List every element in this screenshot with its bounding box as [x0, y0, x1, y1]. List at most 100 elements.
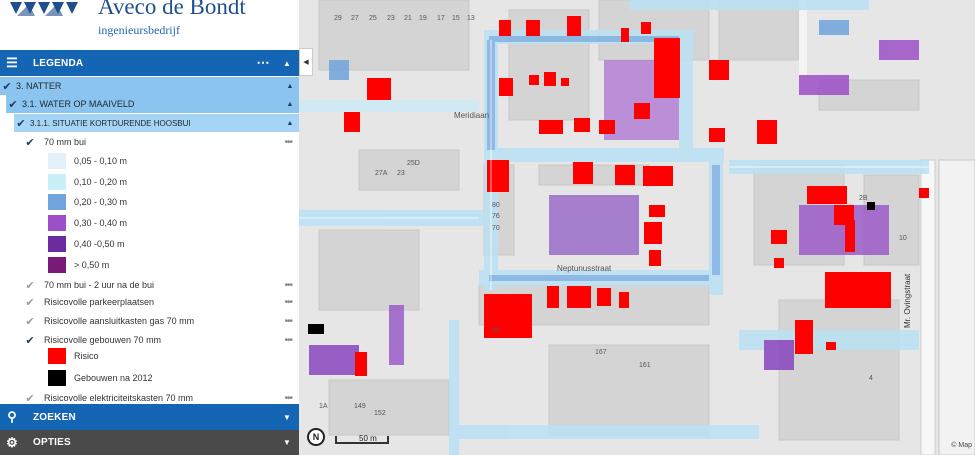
- legend-item-label: 0,05 - 0,10 m: [74, 156, 128, 166]
- ellipsis-icon[interactable]: •••: [278, 393, 293, 404]
- brand-name: Aveco de Bondt: [98, 0, 246, 19]
- house-number: 149: [354, 403, 366, 410]
- group-water-op-maaiveld[interactable]: ✔ 3.1. WATER OP MAAIVELD ▲: [6, 95, 299, 113]
- depth-swatch: [48, 153, 66, 169]
- layer-elektriciteitskasten[interactable]: ✔ Risicovolle elektriciteitskasten 70 mm…: [22, 390, 293, 405]
- house-number: 80: [492, 202, 500, 209]
- house-number: 1A: [319, 403, 328, 410]
- options-panel-header[interactable]: ⚙ OPTIES ▼: [0, 430, 299, 455]
- check-icon[interactable]: ✔: [22, 315, 38, 328]
- layer-label: Risicovolle aansluitkasten gas 70 mm: [44, 316, 195, 326]
- depth-swatch: [48, 236, 66, 252]
- legend-item-label: Risico: [74, 351, 99, 361]
- house-number: 15: [452, 15, 460, 22]
- ellipsis-icon[interactable]: •••: [278, 137, 293, 148]
- house-number: 13: [467, 15, 475, 22]
- house-number: 2B: [859, 195, 868, 202]
- check-icon[interactable]: ✔: [6, 98, 20, 111]
- house-number: 4: [869, 375, 873, 382]
- check-icon[interactable]: ✔: [22, 296, 38, 309]
- group-kortdurende-hoosbui[interactable]: ✔ 3.1.1. SITUATIE KORTDURENDE HOOSBUI ▲: [14, 114, 299, 132]
- group-natter[interactable]: ✔ 3. NATTER ▲: [0, 77, 299, 95]
- scale-label: 50 m: [359, 434, 377, 443]
- legend-item: 0,05 - 0,10 m: [48, 152, 127, 170]
- check-icon[interactable]: ✔: [22, 279, 38, 292]
- search-title: ZOEKEN: [33, 411, 76, 423]
- hamburger-icon[interactable]: ☰: [1, 55, 23, 71]
- house-number: 29: [334, 15, 342, 22]
- layer-70mm-bui-2uur[interactable]: ✔ 70 mm bui - 2 uur na de bui •••: [22, 277, 293, 293]
- legend-item: 0,20 - 0,30 m: [48, 193, 127, 211]
- options-title: OPTIES: [33, 437, 71, 448]
- house-number: 76: [492, 213, 500, 220]
- north-arrow-icon: N: [307, 428, 325, 446]
- group-label: 3.1.1. SITUATIE KORTDURENDE HOOSBUI: [30, 118, 191, 128]
- chevron-up-icon[interactable]: ▲: [281, 101, 299, 108]
- map-canvas[interactable]: 29 27 25 23 21 19 17 15 13 25D 27A 23 80…: [299, 0, 975, 455]
- check-icon[interactable]: ✔: [22, 136, 38, 149]
- legend-item-label: > 0,50 m: [74, 260, 110, 270]
- legend-panel-header[interactable]: ☰ LEGENDA ⋯ ▲: [0, 50, 299, 76]
- chevron-up-icon[interactable]: ▲: [281, 120, 299, 127]
- layer-aansluitkasten-gas[interactable]: ✔ Risicovolle aansluitkasten gas 70 mm •…: [22, 313, 293, 329]
- ellipsis-icon[interactable]: •••: [278, 297, 293, 308]
- map-view[interactable]: 29 27 25 23 21 19 17 15 13 25D 27A 23 80…: [299, 0, 975, 455]
- legend-item-label: 0,30 - 0,40 m: [74, 218, 128, 228]
- legend-item: 0,30 - 0,40 m: [48, 214, 127, 232]
- check-icon[interactable]: ✔: [22, 334, 38, 347]
- depth-swatch: [48, 174, 66, 190]
- layer-label: Risicovolle parkeerplaatsen: [44, 297, 155, 307]
- chevron-up-icon[interactable]: ▲: [275, 59, 299, 68]
- house-number: 27A: [375, 170, 388, 177]
- check-icon[interactable]: ✔: [0, 80, 14, 93]
- legend-item-label: Gebouwen na 2012: [74, 373, 153, 383]
- legend-item: 0,10 - 0,20 m: [48, 173, 127, 191]
- layer-gebouwen[interactable]: ✔ Risicovolle gebouwen 70 mm •••: [22, 332, 293, 348]
- layer-70mm-bui[interactable]: ✔ 70 mm bui •••: [22, 134, 293, 150]
- layer-label: Risicovolle gebouwen 70 mm: [44, 335, 162, 345]
- chevron-left-icon[interactable]: ◀: [299, 48, 313, 76]
- legend-list: ✔ 3. NATTER ▲ ✔ 3.1. WATER OP MAAIVELD ▲…: [0, 76, 299, 404]
- risk-swatch: [48, 348, 66, 364]
- legend-item-label: 0,20 - 0,30 m: [74, 197, 128, 207]
- legend-item: > 0,50 m: [48, 256, 109, 274]
- depth-swatch: [48, 194, 66, 210]
- legend-title: LEGENDA: [33, 57, 84, 69]
- ellipsis-icon[interactable]: ⋯: [251, 55, 275, 71]
- house-number: 17: [437, 15, 445, 22]
- house-number: 167: [595, 349, 607, 356]
- house-number: 27: [351, 15, 359, 22]
- logo-mark-icon: [10, 2, 78, 16]
- chevron-down-icon[interactable]: ▼: [275, 438, 299, 447]
- ellipsis-icon[interactable]: •••: [278, 316, 293, 327]
- layer-label: 70 mm bui: [44, 137, 87, 147]
- house-number: 52: [492, 327, 500, 334]
- house-number: 161: [639, 362, 651, 369]
- search-panel-header[interactable]: ⚲ ZOEKEN ▼: [0, 404, 299, 430]
- search-icon[interactable]: ⚲: [1, 409, 23, 425]
- map-attribution[interactable]: © Map: [951, 442, 972, 449]
- legend-item-label: 0,40 -0,50 m: [74, 239, 125, 249]
- ellipsis-icon[interactable]: •••: [278, 335, 293, 346]
- house-number: 70: [492, 225, 500, 232]
- layer-label: Risicovolle elektriciteitskasten 70 mm: [44, 393, 194, 403]
- chevron-up-icon[interactable]: ▲: [281, 83, 299, 90]
- house-number: 19: [419, 15, 427, 22]
- street-label: Neptunusstraat: [557, 264, 612, 273]
- layer-parkeerplaatsen[interactable]: ✔ Risicovolle parkeerplaatsen •••: [22, 294, 293, 310]
- logo: Aveco de Bondt ingenieursbedrijf: [0, 0, 299, 50]
- ellipsis-icon[interactable]: •••: [278, 280, 293, 291]
- legend-item: Gebouwen na 2012: [48, 369, 153, 387]
- house-number: 21: [404, 15, 412, 22]
- chevron-down-icon[interactable]: ▼: [275, 413, 299, 422]
- depth-swatch: [48, 257, 66, 273]
- app: Aveco de Bondt ingenieursbedrijf ☰ LEGEN…: [0, 0, 975, 455]
- house-number: 25: [369, 15, 377, 22]
- house-number: 10: [899, 235, 907, 242]
- gear-icon[interactable]: ⚙: [1, 435, 23, 451]
- legend-item-label: 0,10 - 0,20 m: [74, 177, 128, 187]
- group-label: 3.1. WATER OP MAAIVELD: [22, 99, 135, 109]
- check-icon[interactable]: ✔: [14, 117, 28, 130]
- house-number: 23: [397, 170, 405, 177]
- check-icon[interactable]: ✔: [22, 392, 38, 405]
